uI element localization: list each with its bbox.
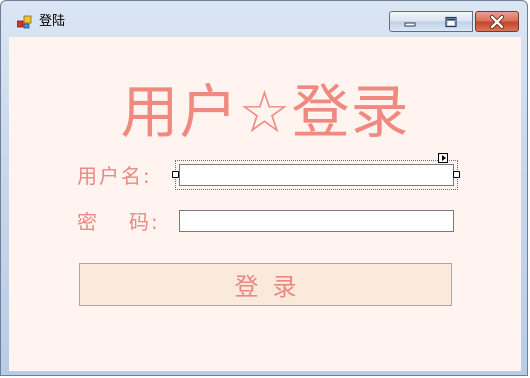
password-label-second: 码: (129, 210, 160, 234)
smart-tag-arrow-icon[interactable] (438, 153, 448, 163)
window-title: 登陆 (39, 14, 66, 29)
title-bar[interactable]: 登陆 (1, 1, 527, 35)
minimize-button[interactable] (389, 11, 430, 32)
app-icon (17, 15, 32, 29)
form-client-area: 用户☆登录 用户名: 密 码: 登录 (9, 37, 521, 371)
password-label-first: 密 (77, 210, 99, 234)
username-input[interactable] (179, 164, 454, 186)
maximize-button[interactable] (429, 11, 473, 32)
minimize-icon (404, 22, 415, 26)
username-label: 用户名: (77, 164, 152, 188)
password-label: 密 码: (77, 209, 160, 235)
login-window: 登陆 用户☆登录 用户名: 密 码: 登录 (0, 0, 528, 376)
login-button[interactable]: 登录 (79, 263, 452, 306)
resize-handle-right[interactable] (453, 171, 460, 178)
close-button[interactable] (475, 11, 519, 32)
close-icon (490, 14, 504, 29)
login-heading: 用户☆登录 (120, 78, 410, 146)
password-input[interactable] (179, 210, 454, 232)
resize-handle-left[interactable] (172, 171, 179, 178)
maximize-icon (444, 16, 457, 27)
